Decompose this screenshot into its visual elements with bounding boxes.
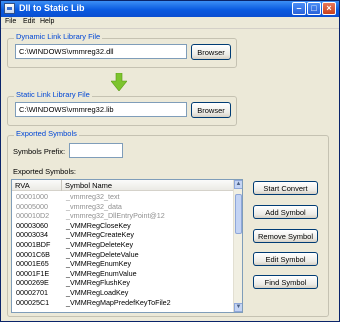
- remove-symbol-button[interactable]: Remove Symbol: [253, 229, 318, 243]
- symbols-prefix-input[interactable]: [69, 143, 123, 158]
- menu-bar: File Edit Help: [1, 17, 339, 29]
- row-rva: 00001BDF: [16, 240, 51, 249]
- row-symbol-name: _VMMRegEnumKey: [66, 259, 132, 269]
- symbols-group-label: Exported Symbols: [14, 129, 79, 138]
- row-rva: 00003060: [16, 220, 48, 230]
- symbols-list[interactable]: RVA Symbol Name 00001000 _vmmreg32_text 00…: [11, 179, 243, 313]
- row-rva: 00002701: [16, 288, 48, 297]
- table-row[interactable]: 00003060 _VMMRegCloseKey: [12, 221, 234, 231]
- row-symbol-name: _vmmreg32_text: [66, 192, 120, 201]
- table-row[interactable]: 00003034 _VMMRegCreateKey: [12, 230, 234, 240]
- lib-path-input[interactable]: C:\WINDOWS\vmmreg32.lib: [15, 102, 187, 117]
- table-row[interactable]: 0000269E _VMMRegFlushKey: [12, 278, 234, 288]
- table-row[interactable]: 00001F1E _VMMRegEnumValue: [12, 269, 234, 279]
- dll-path-input[interactable]: C:\WINDOWS\vmmreg32.dll: [15, 44, 187, 59]
- lib-browse-button[interactable]: Browser: [191, 102, 231, 118]
- column-header-rva[interactable]: RVA: [12, 180, 62, 191]
- list-header: RVA Symbol Name: [12, 180, 242, 191]
- maximize-button[interactable]: □: [307, 2, 321, 15]
- row-rva: 000025C1: [16, 297, 50, 307]
- row-symbol-name: _VMMRegCloseKey: [66, 220, 131, 230]
- column-header-symbol-name[interactable]: Symbol Name: [62, 180, 234, 191]
- row-rva: 00001E65: [16, 259, 49, 269]
- row-rva: 000010D2: [16, 211, 50, 221]
- table-row[interactable]: 00001000 _vmmreg32_text: [12, 192, 234, 202]
- find-symbol-button[interactable]: Find Symbol: [253, 275, 318, 289]
- table-row[interactable]: 00005000 _vmmreg32_data: [12, 202, 234, 212]
- row-rva: 0000269E: [16, 278, 49, 288]
- title-bar[interactable]: Dll to Static Lib – □ ×: [1, 1, 339, 17]
- scroll-down-icon[interactable]: ▼: [234, 303, 242, 312]
- row-symbol-name: _VMMRegDeleteValue: [66, 249, 139, 259]
- start-convert-button[interactable]: Start Convert: [253, 181, 318, 195]
- dll-group-label: Dynamic Link Library File: [14, 32, 103, 41]
- scroll-thumb[interactable]: [235, 194, 242, 234]
- main-window: Dll to Static Lib – □ × File Edit Help D…: [0, 0, 340, 322]
- table-row[interactable]: 000010D2 _vmmreg32_DllEntryPoint@12: [12, 211, 234, 221]
- menu-file[interactable]: File: [5, 18, 16, 25]
- table-row[interactable]: 00001E65 _VMMRegEnumKey: [12, 259, 234, 269]
- exported-symbols-label: Exported Symbols:: [13, 167, 76, 176]
- row-symbol-name: _vmmreg32_data: [66, 201, 122, 211]
- lib-group-label: Static Link Library File: [14, 90, 92, 99]
- row-symbol-name: _VMMRegDeleteKey: [66, 240, 134, 249]
- row-rva: 00001000: [16, 192, 48, 201]
- menu-help[interactable]: Help: [40, 18, 54, 25]
- row-rva: 00001C6B: [16, 249, 50, 259]
- table-row[interactable]: 00001BDF _VMMRegDeleteKey: [12, 240, 234, 250]
- menu-edit[interactable]: Edit: [23, 18, 35, 25]
- row-symbol-name: _VMMRegFlushKey: [66, 278, 130, 288]
- table-row[interactable]: 00001C6B _VMMRegDeleteValue: [12, 250, 234, 260]
- row-symbol-name: _VMMRegMapPredefKeyToFile2: [66, 297, 171, 307]
- arrow-down-icon: [111, 73, 127, 91]
- vertical-scrollbar[interactable]: ▲ ▼: [233, 180, 242, 312]
- row-symbol-name: _VMMRegEnumValue: [66, 268, 137, 278]
- dll-browse-button[interactable]: Browser: [191, 44, 231, 60]
- row-symbol-name: _vmmreg32_DllEntryPoint@12: [66, 211, 165, 221]
- row-rva: 00005000: [16, 201, 48, 211]
- symbols-prefix-label: Symbols Prefix:: [13, 147, 66, 156]
- minimize-button[interactable]: –: [292, 2, 306, 15]
- table-row[interactable]: 00002701 _VMMRegLoadKey: [12, 288, 234, 298]
- edit-symbol-button[interactable]: Edit Symbol: [253, 252, 318, 266]
- row-rva: 00001F1E: [16, 268, 50, 278]
- add-symbol-button[interactable]: Add Symbol: [253, 205, 318, 219]
- app-icon: [4, 3, 15, 14]
- row-symbol-name: _VMMRegLoadKey: [66, 288, 129, 297]
- table-row[interactable]: 000025C1 _VMMRegMapPredefKeyToFile2: [12, 298, 234, 308]
- window-title: Dll to Static Lib: [19, 3, 85, 13]
- row-symbol-name: _VMMRegCreateKey: [66, 230, 134, 240]
- close-button[interactable]: ×: [322, 2, 336, 15]
- scroll-up-icon[interactable]: ▲: [234, 180, 242, 189]
- row-rva: 00003034: [16, 230, 48, 240]
